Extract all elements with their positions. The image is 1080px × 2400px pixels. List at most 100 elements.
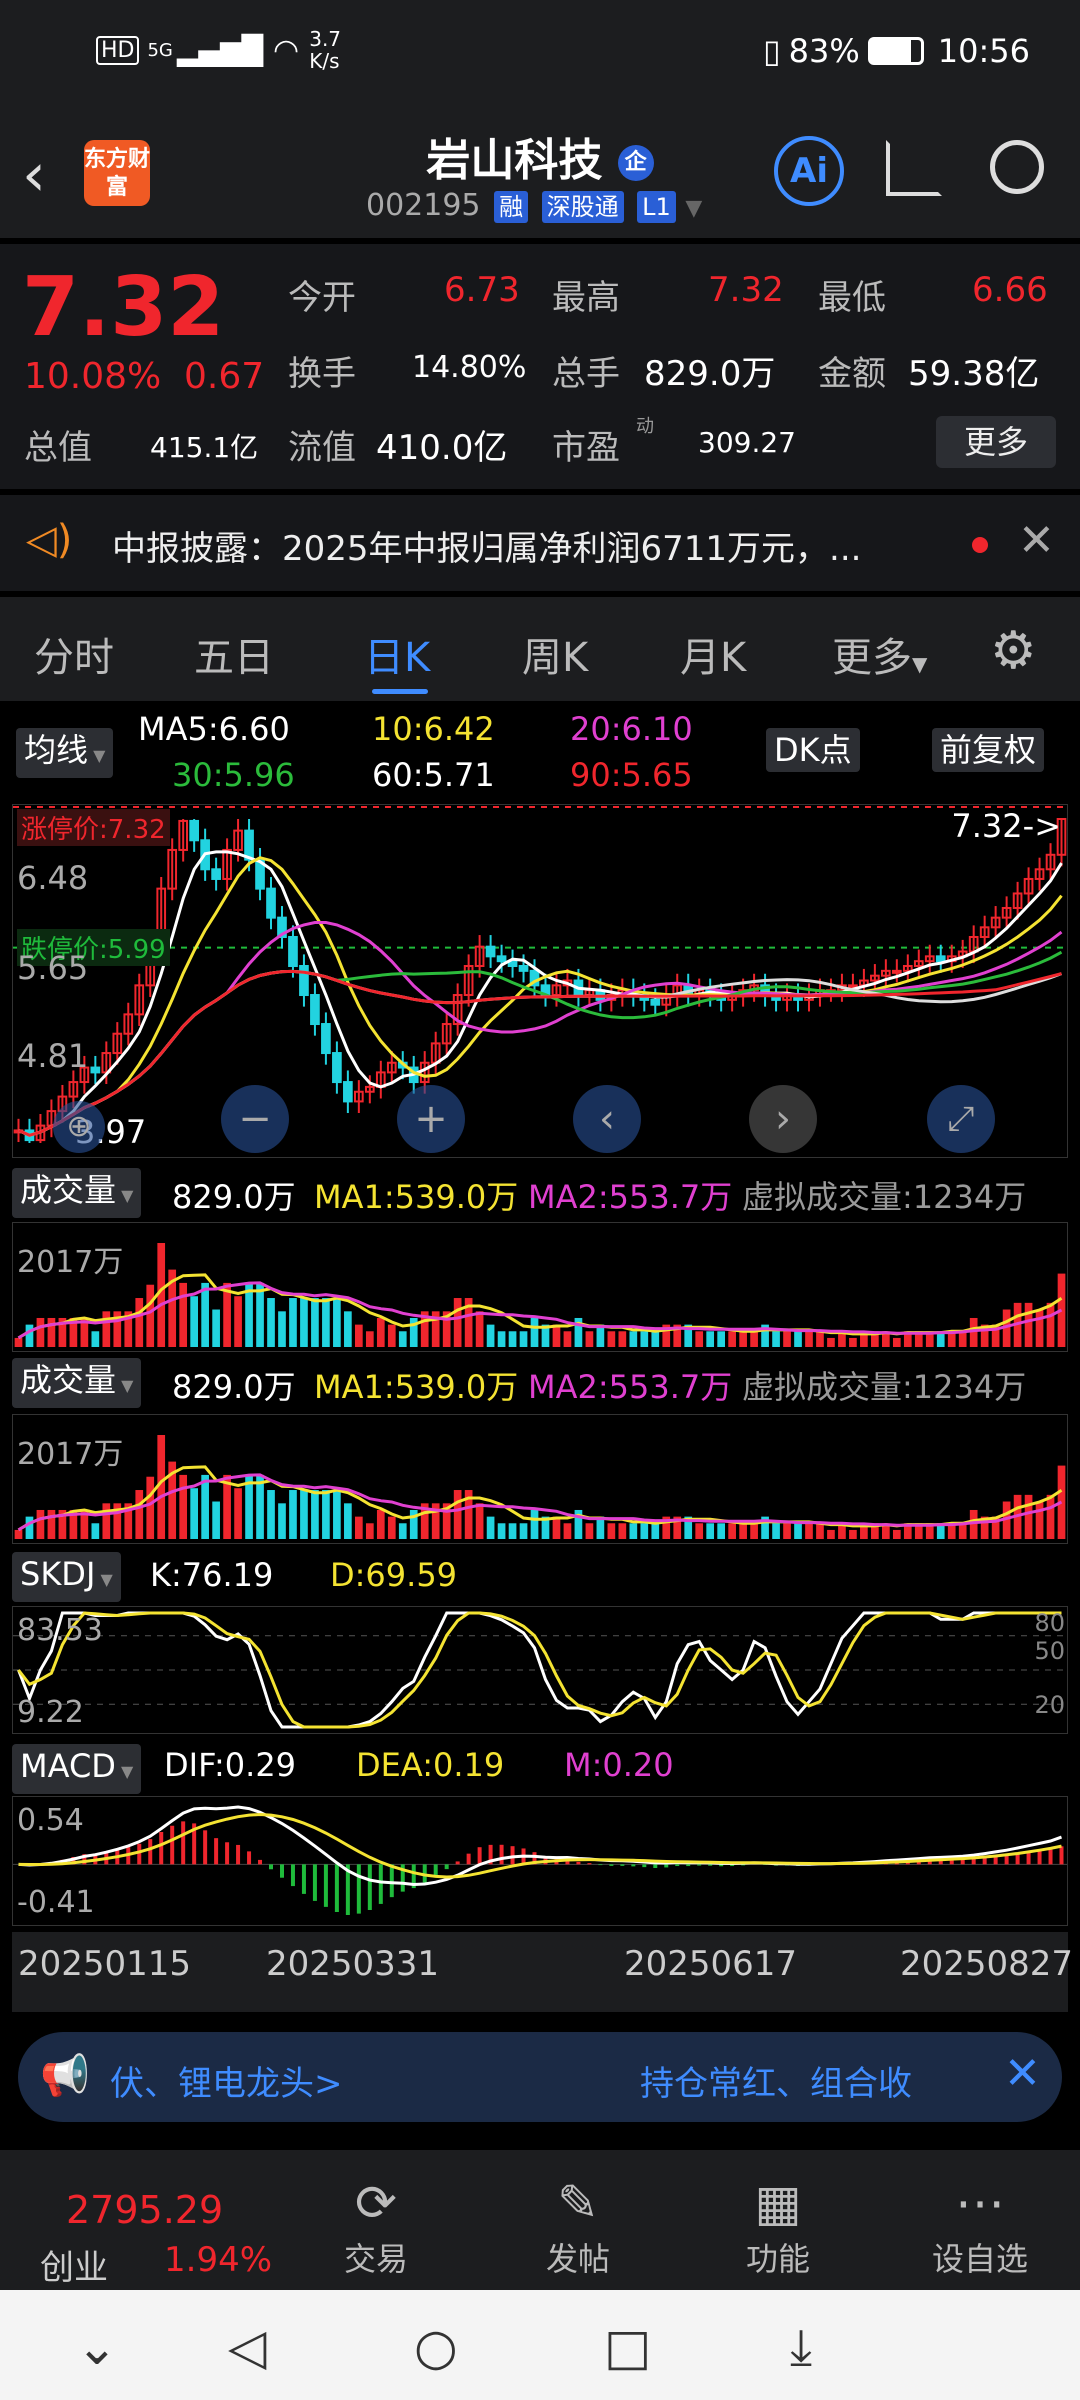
volume2-bar bbox=[651, 1523, 660, 1539]
hd-badge: HD bbox=[96, 35, 140, 65]
volume1-bar bbox=[618, 1331, 627, 1347]
skdj-selector-label: SKDJ bbox=[20, 1555, 96, 1593]
amount-value: 59.38亿 bbox=[908, 354, 1040, 394]
volume2-bar bbox=[333, 1490, 341, 1539]
macd-dea-line bbox=[18, 1812, 1062, 1879]
date-tick-1: 20250115 bbox=[18, 1944, 192, 1984]
open-value: 6.73 bbox=[444, 270, 520, 310]
enterprise-badge: 企 bbox=[617, 145, 654, 181]
nav-trade[interactable]: ⟳ 交易 bbox=[306, 2172, 446, 2280]
volume-chart-2[interactable]: 2017万 bbox=[12, 1414, 1068, 1544]
volume2-bar bbox=[805, 1523, 813, 1539]
next-button[interactable]: › bbox=[749, 1085, 817, 1153]
macd-chart[interactable]: 0.54 -0.41 bbox=[12, 1796, 1068, 1926]
volume1-bar bbox=[267, 1298, 275, 1347]
tag-connect: 深股通 bbox=[541, 191, 624, 223]
volume1-bar bbox=[640, 1331, 649, 1347]
candle-body bbox=[189, 819, 199, 842]
banner-left-text[interactable]: 伏、锂电龙头> bbox=[110, 2056, 343, 2105]
nav-watchlist[interactable]: ⋯ 设自选 bbox=[910, 2172, 1050, 2280]
volume1-bar bbox=[497, 1331, 506, 1347]
ma-selector[interactable]: 均线 ▼ bbox=[16, 728, 114, 778]
candle-body bbox=[485, 945, 496, 958]
ai-button[interactable]: Ai bbox=[774, 136, 844, 206]
volume2-bar bbox=[267, 1490, 275, 1539]
banner-close-icon[interactable]: ✕ bbox=[1004, 2048, 1041, 2099]
volume1-bar bbox=[212, 1309, 220, 1347]
edit-icon: ✎ bbox=[557, 2174, 599, 2232]
adjust-button[interactable]: 前复权 bbox=[932, 728, 1045, 772]
recents-square-icon[interactable]: □ bbox=[604, 2318, 651, 2376]
candle-body bbox=[299, 965, 309, 997]
volume2-bar bbox=[146, 1476, 155, 1539]
promo-banner[interactable]: 📢 伏、锂电龙头> 持仓常红、组合收 ✕ bbox=[18, 2032, 1062, 2122]
volume2-bar bbox=[47, 1509, 56, 1539]
nav-post[interactable]: ✎ 发帖 bbox=[508, 2172, 648, 2280]
volume1-bar bbox=[1046, 1302, 1055, 1347]
share-icon[interactable] bbox=[886, 140, 942, 196]
tab-five-day[interactable]: 五日 bbox=[194, 625, 274, 683]
skdj-20: 20 bbox=[1034, 1691, 1065, 1719]
tab-more[interactable]: 更多▼ bbox=[832, 625, 927, 683]
candle-body bbox=[266, 887, 276, 919]
volume2-bar bbox=[486, 1516, 495, 1539]
volume-selector-1[interactable]: 成交量 ▼ bbox=[12, 1168, 142, 1218]
macd-selector-label: MACD bbox=[20, 1747, 116, 1785]
macd-selector[interactable]: MACD ▼ bbox=[12, 1744, 142, 1794]
volume2-bar bbox=[300, 1490, 308, 1539]
download-icon[interactable]: ⤓ bbox=[790, 2318, 812, 2377]
volume1-bar bbox=[552, 1324, 561, 1347]
tab-weekly-k[interactable]: 周K bbox=[522, 625, 588, 683]
kline-chart[interactable]: 涨停价:7.32 6.48 跌停价:5.99 5.65 4.81 7.32-> … bbox=[12, 804, 1068, 1158]
y-tick-4-81: 4.81 bbox=[17, 1037, 89, 1075]
plus-button[interactable]: + bbox=[397, 1085, 465, 1153]
ai-icon: Ai bbox=[790, 151, 828, 191]
more-dots-icon: ⋯ bbox=[955, 2174, 1005, 2232]
tab-daily-k[interactable]: 日K bbox=[364, 625, 430, 683]
volume1-bar bbox=[179, 1282, 188, 1347]
volume1-bar bbox=[849, 1337, 857, 1347]
volume2-bar bbox=[794, 1523, 802, 1539]
amount-label: 金额 bbox=[818, 354, 886, 394]
settings-gear-icon[interactable]: ⚙ bbox=[990, 621, 1037, 681]
index-widget[interactable]: 2795.29 创业 1.94% bbox=[38, 2188, 278, 2288]
volume1-bar bbox=[816, 1331, 824, 1347]
tab-intraday[interactable]: 分时 bbox=[34, 625, 114, 683]
stock-code-row[interactable]: 002195 融 深股通 L1 ▼ bbox=[366, 188, 702, 223]
volume2-bar bbox=[958, 1523, 967, 1539]
news-text[interactable]: 中报披露：2025年中报归属净利润6711万元，... bbox=[112, 521, 861, 570]
macd-svg bbox=[13, 1805, 1067, 1915]
news-bar[interactable]: ◁) 中报披露：2025年中报归属净利润6711万元，... ✕ bbox=[0, 495, 1080, 591]
back-triangle-icon[interactable]: ◁ bbox=[228, 2318, 266, 2376]
dropdown-icon[interactable]: ▼ bbox=[685, 196, 702, 221]
ma20-value: 20:6.10 bbox=[570, 710, 693, 748]
volume-selector-2[interactable]: 成交量 ▼ bbox=[12, 1358, 142, 1408]
minus-icon: − bbox=[238, 1096, 272, 1142]
more-button[interactable]: 更多 bbox=[936, 416, 1056, 468]
close-icon[interactable]: ✕ bbox=[1018, 515, 1055, 566]
volume2-bar bbox=[14, 1529, 23, 1539]
volume-svg-2 bbox=[14, 1435, 1066, 1539]
plus-icon: + bbox=[414, 1096, 448, 1142]
high-label: 最高 bbox=[552, 278, 620, 318]
fullscreen-button[interactable]: ⤢ bbox=[927, 1085, 995, 1153]
search-icon[interactable] bbox=[990, 140, 1044, 194]
ma-selector-label: 均线 bbox=[24, 731, 89, 769]
trade-icon: ⟳ bbox=[355, 2174, 397, 2232]
tab-monthly-k[interactable]: 月K bbox=[680, 625, 746, 683]
volume-chart-1[interactable]: 2017万 bbox=[12, 1222, 1068, 1352]
zoom-out-button[interactable]: − bbox=[221, 1085, 289, 1153]
skdj-selector[interactable]: SKDJ ▼ bbox=[12, 1552, 121, 1602]
home-circle-icon[interactable]: ○ bbox=[414, 2318, 458, 2376]
volume2-bar bbox=[453, 1490, 462, 1539]
volume2-bar bbox=[530, 1509, 539, 1539]
zoom-in-button[interactable]: ⊕ bbox=[53, 1101, 105, 1153]
collapse-icon[interactable]: ⌄ bbox=[76, 2318, 118, 2376]
prev-button[interactable]: ‹ bbox=[573, 1085, 641, 1153]
banner-right-text[interactable]: 持仓常红、组合收 bbox=[640, 2056, 912, 2105]
volume-value: 829.0万 bbox=[644, 354, 776, 394]
dk-point-button[interactable]: DK点 bbox=[766, 728, 860, 772]
volume2-bar bbox=[1046, 1494, 1055, 1539]
skdj-chart[interactable]: 83.53 9.22 80 50 20 bbox=[12, 1606, 1068, 1734]
nav-functions[interactable]: ▦ 功能 bbox=[708, 2172, 848, 2280]
